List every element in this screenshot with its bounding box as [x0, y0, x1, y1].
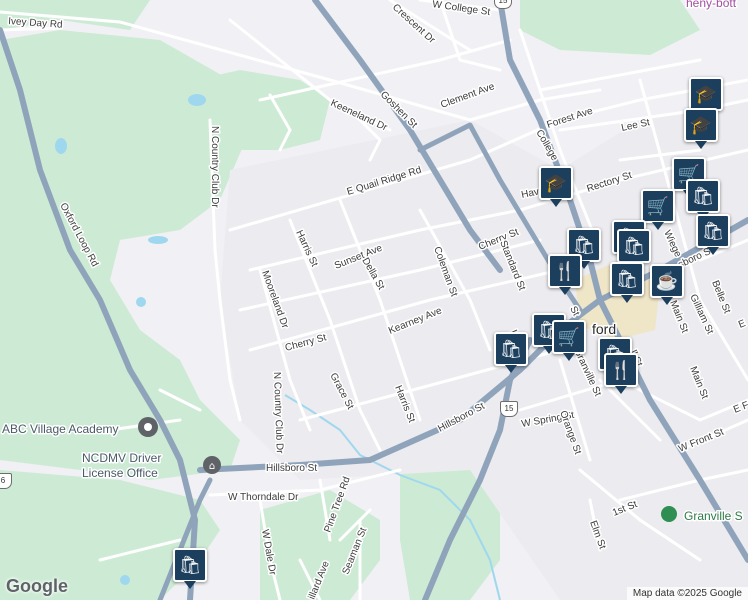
park-poi-dot — [661, 506, 677, 522]
restaurant-icon[interactable]: 🍴 — [548, 254, 582, 295]
label-w-college-st: W College St — [432, 0, 492, 18]
shopping-bag-icon[interactable]: 🛍 — [494, 332, 528, 373]
google-logo: Google — [6, 576, 68, 596]
shopping-bag-icon[interactable]: 🛍 — [686, 179, 720, 220]
school-icon[interactable]: 🎓 — [689, 77, 723, 118]
label-hillsboro-st-lower: Hillsboro St — [266, 463, 317, 474]
shopping-bag-icon[interactable]: 🛍 — [173, 548, 207, 589]
label-keeneland-dr: Keeneland Dr — [329, 98, 390, 134]
map-canvas[interactable]: Ivey Day Rd W College St Crescent Dr Cle… — [0, 0, 748, 600]
shopping-bag-icon[interactable]: 🛍 — [696, 214, 730, 255]
label-clement-ave: Clement Ave — [439, 81, 496, 111]
route-shield-edge: 6 — [0, 473, 12, 489]
label-granville: Granville S — [684, 509, 743, 523]
label-n-country-club-dr: N Country Club Dr — [209, 126, 220, 208]
school-icon[interactable]: 🎓 — [684, 108, 718, 149]
us-15-shield: 15 — [500, 401, 518, 417]
shopping-bag-icon[interactable]: 🛍 — [617, 229, 651, 270]
label-w-thorndale-dr: W Thorndale Dr — [228, 492, 299, 503]
restaurant-icon[interactable]: 🍴 — [604, 353, 638, 394]
school-icon[interactable]: 🎓 — [539, 166, 573, 207]
label-town: ford — [592, 321, 616, 337]
shopping-cart-icon[interactable]: 🛒 — [552, 320, 586, 361]
label-abc-village-academy: ABC Village Academy — [2, 422, 119, 436]
shopping-bag-icon[interactable]: 🛍 — [610, 262, 644, 303]
shopping-cart-icon[interactable]: 🛒 — [641, 189, 675, 230]
map-attribution: Map data ©2025 Google — [626, 587, 748, 600]
label-ncdmv-line2: License Office — [82, 466, 158, 480]
label-top-right: heny-bott — [686, 0, 737, 10]
svg-text:⌂: ⌂ — [209, 461, 215, 472]
cafe-icon[interactable]: ☕ — [650, 264, 684, 305]
label-ncdmv-line1: NCDMV Driver — [82, 451, 161, 465]
